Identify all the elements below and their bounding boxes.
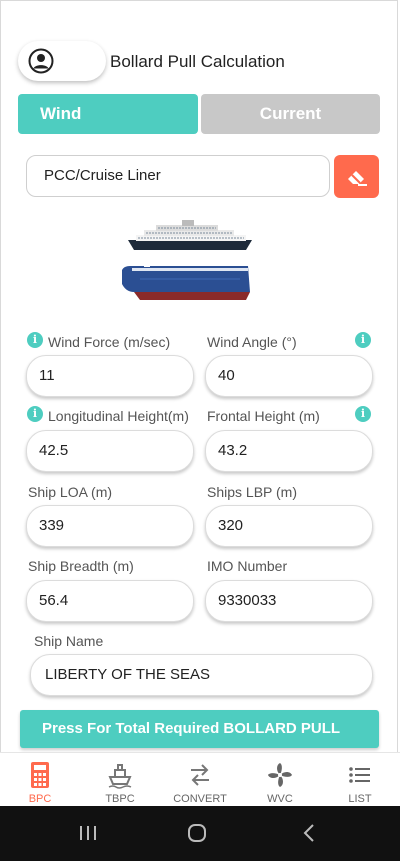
ships-lbp-input[interactable]: 320 <box>205 505 373 547</box>
cruise-ship-image <box>128 220 252 250</box>
recent-apps-icon[interactable] <box>78 824 98 842</box>
ship-breadth-input[interactable]: 56.4 <box>26 580 194 622</box>
tug-icon <box>108 764 132 789</box>
wind-force-input[interactable]: 11 <box>26 355 194 397</box>
tab-wind[interactable]: Wind <box>18 94 198 134</box>
front-height-info-icon[interactable]: i <box>355 406 371 422</box>
wind-force-info-icon[interactable]: i <box>27 332 43 348</box>
car-carrier-image <box>122 264 250 300</box>
nav-item-bpc[interactable]: BPC <box>0 753 80 807</box>
nav-label-convert: CONVERT <box>173 793 227 805</box>
fan-icon <box>268 763 292 787</box>
wind-angle-info-icon[interactable]: i <box>355 332 371 348</box>
wind-angle-input[interactable]: 40 <box>205 355 373 397</box>
ship-breadth-label: Ship Breadth (m) <box>28 558 134 574</box>
ships-lbp-label: Ships LBP (m) <box>207 484 297 500</box>
nav-label-bpc: BPC <box>28 793 52 805</box>
long-height-input[interactable]: 42.5 <box>26 430 194 472</box>
imo-number-input[interactable]: 9330033 <box>205 580 373 622</box>
calculator-icon <box>31 762 49 788</box>
user-avatar-icon <box>28 48 54 74</box>
ship-name-label: Ship Name <box>34 633 104 649</box>
list-icon <box>349 767 370 783</box>
bottom-nav: BPC TBPC CONVERT WVC LIST <box>0 752 400 807</box>
system-nav-bar <box>0 806 400 861</box>
nav-item-convert[interactable]: CONVERT <box>160 753 240 807</box>
nav-label-list: LIST <box>348 793 372 805</box>
nav-item-list[interactable]: LIST <box>320 753 400 807</box>
ship-loa-input[interactable]: 339 <box>26 505 194 547</box>
long-height-label: Longitudinal Height(m) <box>48 408 189 424</box>
ship-name-input[interactable]: LIBERTY OF THE SEAS <box>30 654 373 696</box>
back-icon[interactable] <box>300 824 320 842</box>
nav-item-tbpc[interactable]: TBPC <box>80 753 160 807</box>
tab-current[interactable]: Current <box>201 94 380 134</box>
clear-button[interactable] <box>334 155 379 198</box>
wind-force-label: Wind Force (m/sec) <box>48 334 171 350</box>
front-height-input[interactable]: 43.2 <box>205 430 373 472</box>
header: Bollard Pull Calculation <box>0 36 400 88</box>
profile-button[interactable] <box>18 41 106 81</box>
long-height-info-icon[interactable]: i <box>27 406 43 422</box>
wind-angle-label: Wind Angle (°) <box>207 334 297 350</box>
calculate-bollard-pull-button[interactable]: Press For Total Required BOLLARD PULL <box>20 710 379 748</box>
imo-number-label: IMO Number <box>207 558 288 574</box>
front-height-label: Frontal Height (m) <box>207 408 320 424</box>
nav-label-wvc: WVC <box>267 793 293 805</box>
page-title: Bollard Pull Calculation <box>110 52 285 71</box>
ship-loa-label: Ship LOA (m) <box>28 484 113 500</box>
swap-arrows-icon <box>191 764 209 786</box>
eraser-icon <box>348 171 367 186</box>
home-icon[interactable] <box>187 824 207 842</box>
vessel-type-select[interactable]: PCC/Cruise Liner <box>26 155 330 197</box>
nav-label-tbpc: TBPC <box>105 793 135 805</box>
mode-tabs: Wind Current <box>18 94 380 134</box>
nav-item-wvc[interactable]: WVC <box>240 753 320 807</box>
